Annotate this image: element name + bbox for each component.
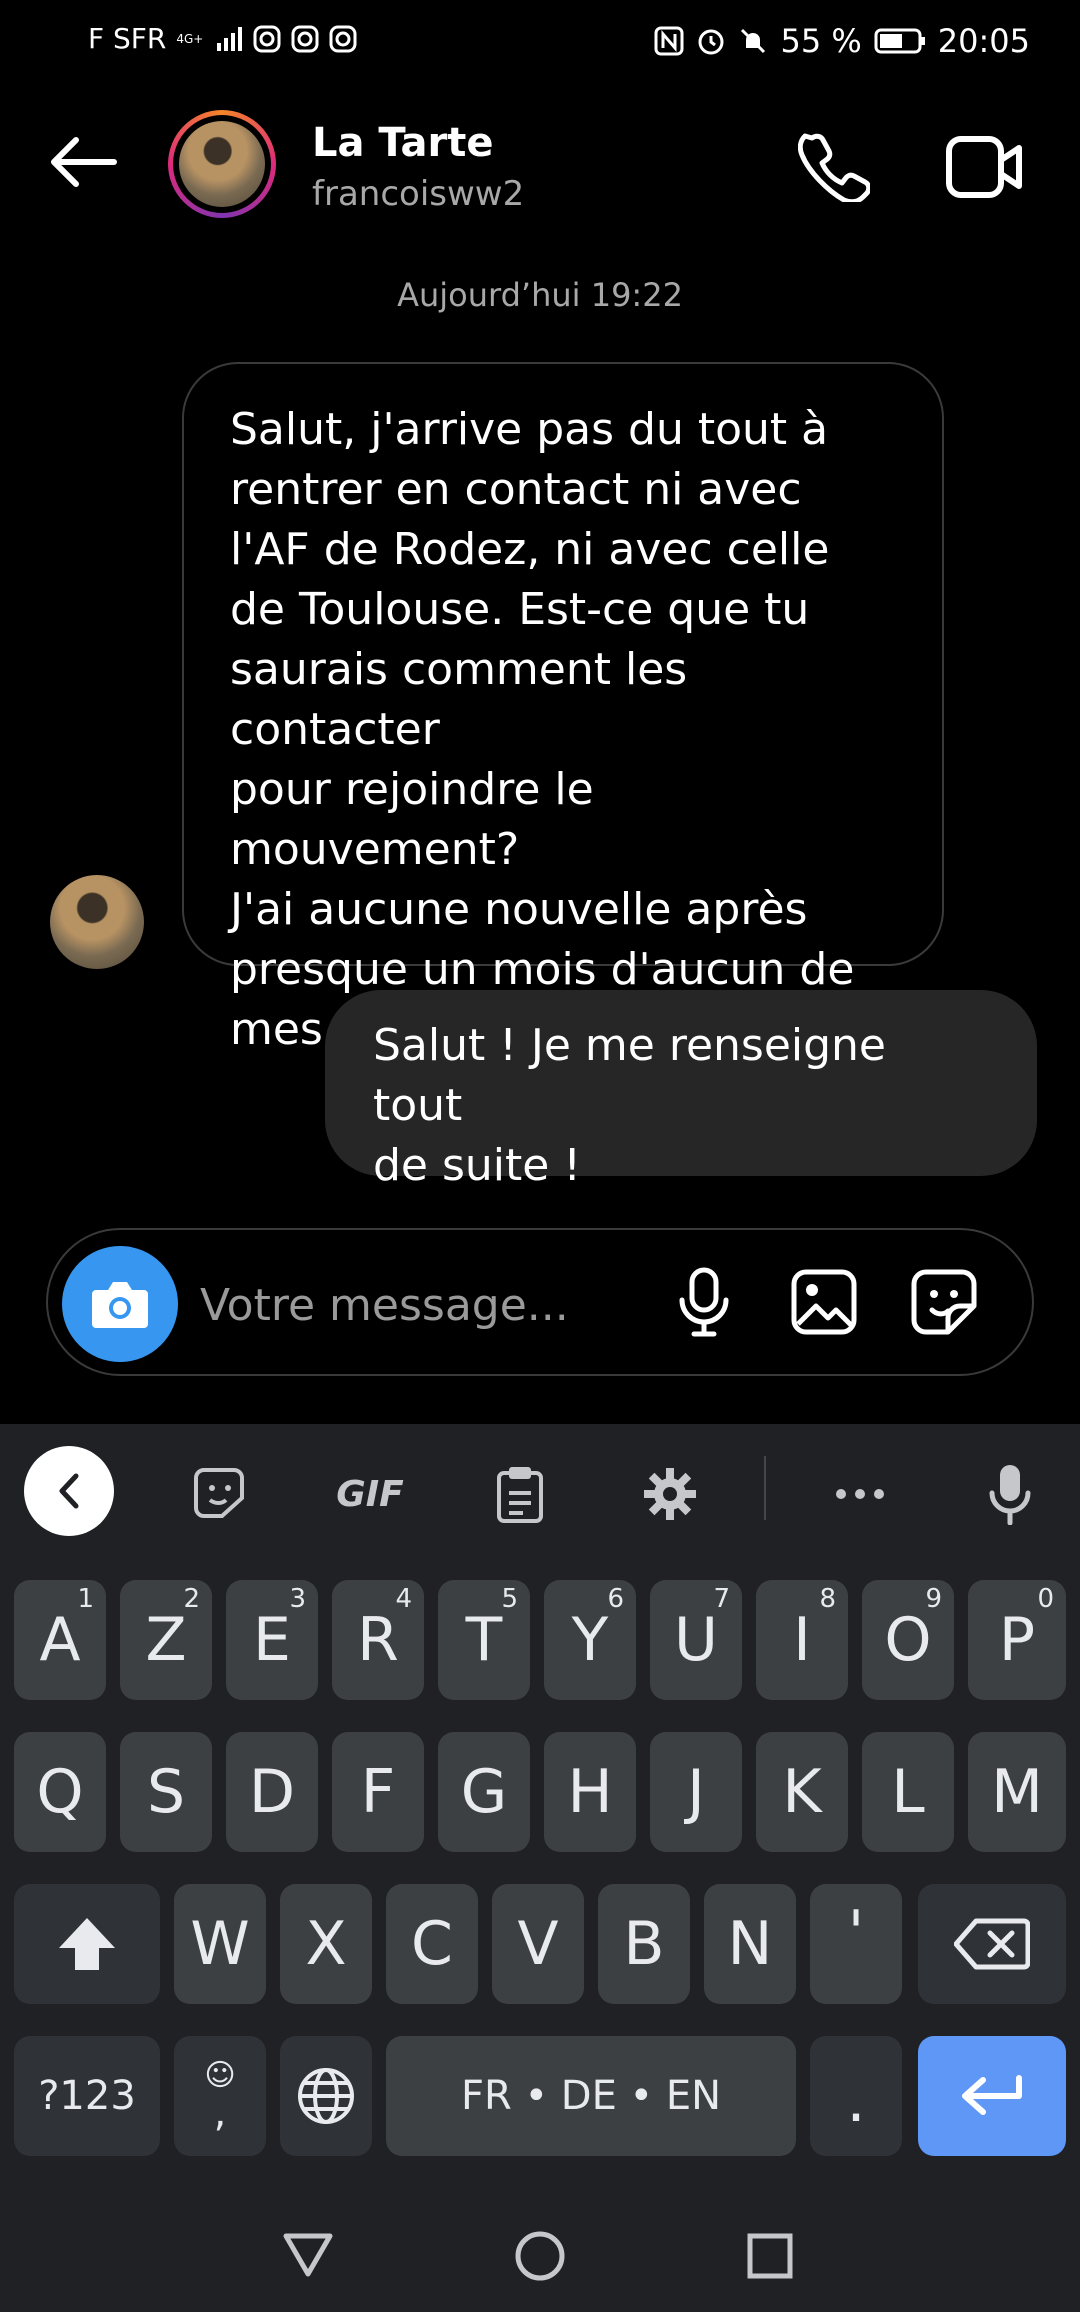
key-k[interactable]: K [756, 1732, 848, 1852]
message-line: J'ai aucune nouvelle après [230, 884, 808, 935]
key-q[interactable]: Q [14, 1732, 106, 1852]
toolbar-divider [764, 1456, 766, 1520]
keyboard [0, 1424, 1080, 2312]
enter-key[interactable] [918, 2036, 1066, 2156]
key-e[interactable]: E3 [226, 1580, 318, 1700]
status-bar: F SFR 4G+ 55 % 20:05 [0, 0, 1080, 84]
backspace-icon [954, 1918, 1030, 1970]
instagram-notification-icon [253, 25, 281, 53]
key-m[interactable]: M [968, 1732, 1066, 1852]
language-key[interactable] [280, 2036, 372, 2156]
key-t[interactable]: T5 [438, 1580, 530, 1700]
phone-call-icon[interactable] [798, 130, 870, 202]
back-arrow-icon[interactable] [46, 132, 118, 192]
alarm-icon [696, 26, 726, 56]
recents-square-icon[interactable] [746, 2232, 794, 2280]
key-p[interactable]: P0 [968, 1580, 1066, 1700]
message-line: rentrer en contact ni avec [230, 464, 802, 515]
key-u[interactable]: U7 [650, 1580, 742, 1700]
key-a[interactable]: A1 [14, 1580, 106, 1700]
key-r[interactable]: R4 [332, 1580, 424, 1700]
key-z[interactable]: Z2 [120, 1580, 212, 1700]
home-circle-icon[interactable] [514, 2230, 566, 2282]
carrier-label: F SFR [88, 22, 167, 55]
shift-key[interactable] [14, 1884, 160, 2004]
sticker-icon[interactable] [910, 1268, 978, 1336]
message-line: Salut ! Je me renseigne tout [373, 1020, 887, 1131]
microphone-icon[interactable] [674, 1266, 734, 1338]
clock: 20:05 [937, 22, 1030, 60]
keyboard-collapse-button[interactable] [24, 1446, 114, 1536]
shift-icon [59, 1918, 115, 1970]
more-options-icon[interactable] [820, 1454, 900, 1534]
back-triangle-icon[interactable] [282, 2230, 334, 2278]
key-w[interactable]: W [174, 1884, 266, 2004]
key-y[interactable]: Y6 [544, 1580, 636, 1700]
symbols-key[interactable]: ?123 [14, 2036, 160, 2156]
nfc-icon [654, 26, 684, 56]
message-line: l'AF de Rodez, ni avec celle [230, 524, 830, 575]
settings-gear-icon[interactable] [630, 1454, 710, 1534]
key-h[interactable]: H [544, 1732, 636, 1852]
chevron-left-icon [50, 1470, 88, 1512]
message-line: Salut, j'arrive pas du tout à [230, 404, 829, 455]
battery-percent: 55 % [780, 22, 862, 60]
emoji-sticker-icon[interactable] [180, 1454, 260, 1534]
instagram-notification-icon [329, 25, 357, 53]
gif-button[interactable]: GIF [330, 1454, 410, 1534]
camera-icon [90, 1278, 150, 1330]
message-line: saurais comment les contacter [230, 644, 688, 755]
message-line: pour rejoindre le mouvement? [230, 764, 594, 875]
key-v[interactable]: V [492, 1884, 584, 2004]
period-key[interactable]: . [810, 2036, 902, 2156]
message-line: de Toulouse. Est-ce que tu [230, 584, 810, 635]
gallery-icon[interactable] [790, 1268, 858, 1336]
globe-icon [298, 2068, 354, 2124]
conversation-timestamp: Aujourd’hui 19:22 [397, 276, 683, 314]
camera-button[interactable] [62, 1246, 178, 1362]
signal-icon [217, 26, 243, 51]
key-x[interactable]: X [280, 1884, 372, 2004]
key-j[interactable]: J [650, 1732, 742, 1852]
key-l[interactable]: L [862, 1732, 954, 1852]
key-c[interactable]: C [386, 1884, 478, 2004]
key-s[interactable]: S [120, 1732, 212, 1852]
network-type: 4G+ [176, 31, 204, 46]
status-left: F SFR 4G+ [88, 22, 357, 55]
key-b[interactable]: B [598, 1884, 690, 2004]
message-input[interactable]: Votre message... [200, 1280, 569, 1331]
avatar-photo [179, 121, 265, 207]
space-key[interactable]: FR • DE • EN [386, 2036, 796, 2156]
key-d[interactable]: D [226, 1732, 318, 1852]
contact-name[interactable]: La Tarte [312, 120, 494, 166]
chat-header: La Tarte francoisww2 [0, 96, 1080, 236]
key-i[interactable]: I8 [756, 1580, 848, 1700]
backspace-key[interactable] [918, 1884, 1066, 2004]
message-line: de suite ! [373, 1140, 581, 1191]
video-call-icon[interactable] [946, 136, 1024, 198]
key-apostrophe[interactable]: ' [810, 1884, 902, 2004]
status-right: 55 % 20:05 [654, 22, 1030, 60]
contact-avatar[interactable] [168, 110, 276, 218]
key-n[interactable]: N [704, 1884, 796, 2004]
enter-icon [962, 2075, 1022, 2115]
key-o[interactable]: O9 [862, 1580, 954, 1700]
incoming-message[interactable]: Salut, j'arrive pas du tout à rentrer en… [182, 362, 944, 1055]
smiley-icon: ☺ [204, 2058, 236, 2093]
voice-input-icon[interactable] [970, 1454, 1050, 1534]
key-g[interactable]: G [438, 1732, 530, 1852]
clipboard-icon[interactable] [480, 1454, 560, 1534]
sender-avatar[interactable] [50, 875, 144, 969]
key-f[interactable]: F [332, 1732, 424, 1852]
outgoing-message[interactable]: Salut ! Je me renseigne tout de suite ! [325, 990, 1037, 1191]
emoji-comma-key[interactable]: ☺ , [174, 2036, 266, 2156]
system-navigation-bar [0, 2196, 1080, 2312]
contact-username[interactable]: francoisww2 [312, 174, 524, 214]
mute-bell-icon [738, 26, 768, 56]
battery-icon [874, 27, 926, 55]
instagram-notification-icon [291, 25, 319, 53]
